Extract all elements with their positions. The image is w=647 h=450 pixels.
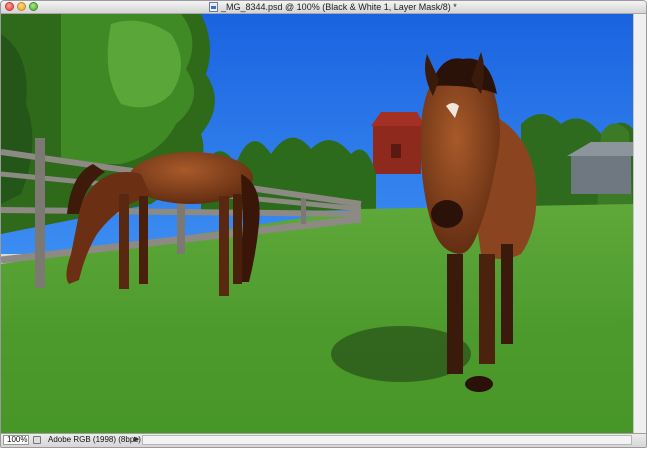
- color-profile-label: Adobe RGB (1998) (8bpc): [48, 435, 141, 444]
- zoom-button[interactable]: [29, 2, 38, 11]
- horse-photo: [1, 14, 633, 433]
- image-canvas[interactable]: [1, 14, 633, 433]
- zoom-level-field[interactable]: 100%: [3, 435, 29, 445]
- horizontal-scrollbar[interactable]: [142, 435, 632, 445]
- status-menu-arrow-icon[interactable]: ▶: [134, 434, 139, 446]
- document-info-icon[interactable]: [33, 436, 41, 444]
- status-bar: 100% Adobe RGB (1998) (8bpc) ▶: [1, 433, 646, 447]
- psd-document-icon: [209, 2, 218, 12]
- document-window: _MG_8344.psd @ 100% (Black & White 1, La…: [0, 0, 647, 448]
- minimize-button[interactable]: [17, 2, 26, 11]
- window-controls: [5, 2, 38, 11]
- close-button[interactable]: [5, 2, 14, 11]
- title-bar[interactable]: _MG_8344.psd @ 100% (Black & White 1, La…: [1, 1, 646, 14]
- vertical-scrollbar[interactable]: [633, 14, 646, 433]
- window-title: _MG_8344.psd @ 100% (Black & White 1, La…: [221, 2, 457, 12]
